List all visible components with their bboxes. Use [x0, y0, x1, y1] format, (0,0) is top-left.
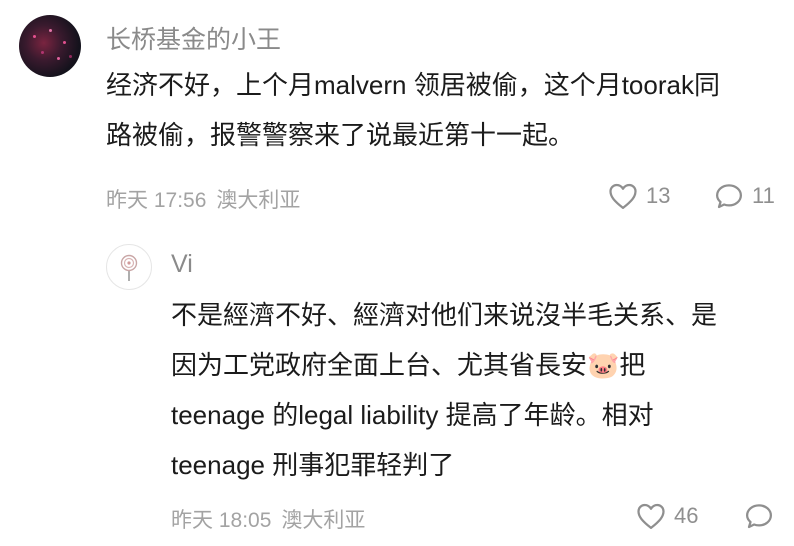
avatar[interactable]: [19, 15, 81, 77]
reply-like-button[interactable]: 46: [636, 502, 698, 530]
comment-reply-count: 11: [752, 183, 775, 208]
reply-text-line: teenage 刑事犯罪轻判了: [171, 450, 455, 480]
reply-text-line: 不是經濟不好、經濟对他们来说沒半毛关系、是: [171, 300, 718, 330]
comment-meta: 昨天 17:56 澳大利亚: [106, 184, 310, 214]
comment-text-line: 经济不好，上个月malvern 领居被偷，这个月toorak同: [106, 70, 720, 100]
reply-text: 不是經濟不好、經濟对他们来说沒半毛关系、是 因为工党政府全面上台、尤其省長安🐷把…: [171, 290, 717, 490]
reply-meta: 昨天 18:05 澳大利亚: [171, 504, 375, 534]
comment-like-button[interactable]: 13: [608, 182, 670, 210]
speech-bubble-icon: [716, 184, 742, 209]
comment-date: 昨天 17:56: [106, 189, 207, 212]
reply-date: 昨天 18:05: [171, 509, 272, 532]
comment-reply-button[interactable]: 11: [714, 182, 775, 210]
reply-reply-button[interactable]: [744, 502, 774, 530]
heart-outline-icon: [637, 503, 665, 529]
comment-location: 澳大利亚: [216, 189, 301, 212]
reply-location: 澳大利亚: [281, 509, 366, 532]
lollipop-icon: [120, 254, 138, 281]
comment-text: 经济不好，上个月malvern 领居被偷，这个月toorak同 路被偷，报警警察…: [106, 60, 720, 160]
reply-username[interactable]: Vi: [171, 250, 193, 279]
reply-text-line: teenage 的legal liability 提高了年龄。相对: [171, 400, 654, 430]
speech-bubble-icon: [746, 504, 772, 529]
comment-text-line: 路被偷，报警警察来了说最近第十一起。: [106, 120, 575, 150]
comment-username[interactable]: 长桥基金的小王: [106, 20, 281, 56]
heart-outline-icon: [609, 183, 637, 209]
reply-text-line: 因为工党政府全面上台、尤其省長安🐷把: [171, 350, 646, 380]
reply-like-count: 46: [674, 503, 699, 528]
reply-avatar[interactable]: [106, 244, 152, 290]
comment-like-count: 13: [646, 183, 671, 208]
